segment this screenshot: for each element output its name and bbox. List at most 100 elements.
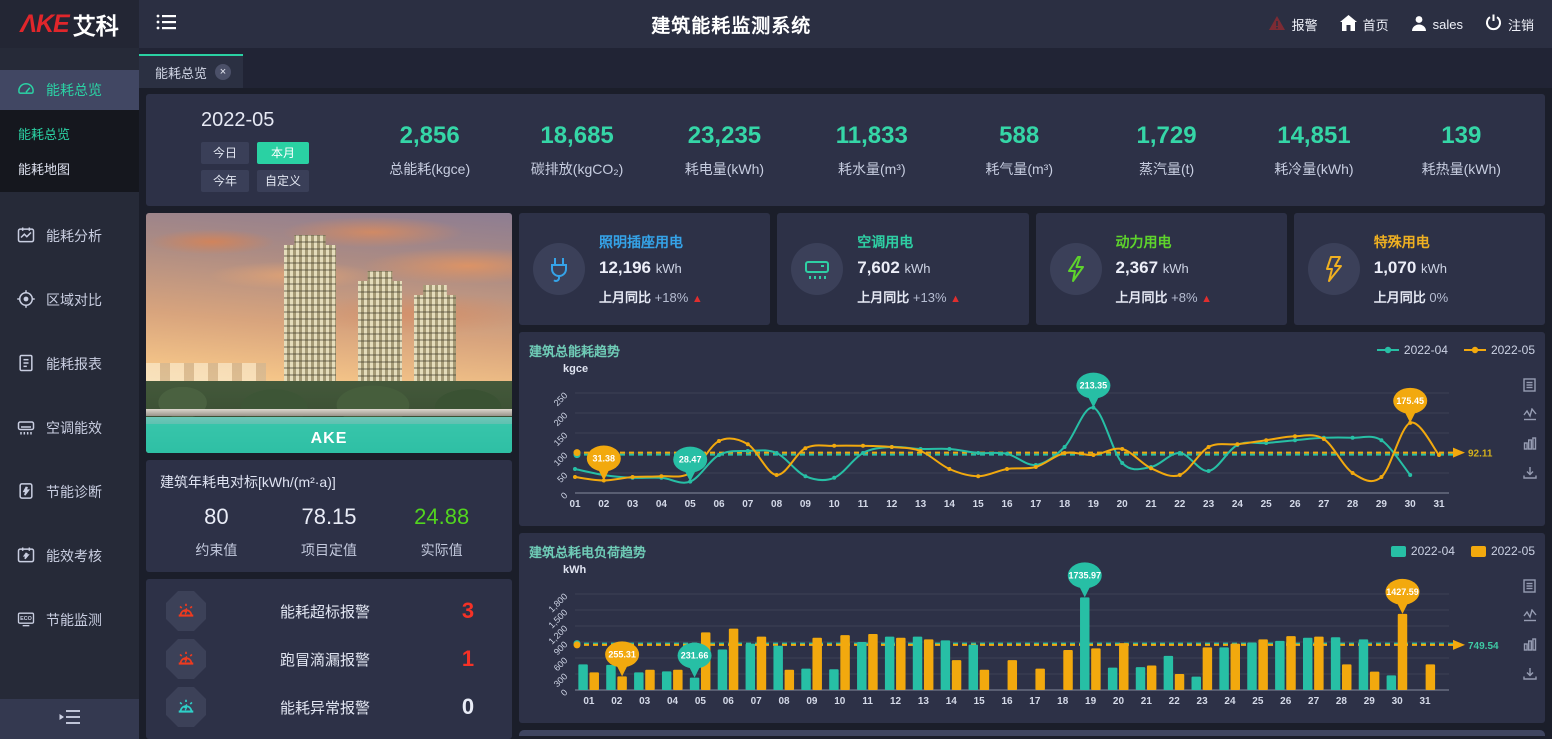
data-view-icon[interactable]: [1523, 579, 1537, 598]
line-chart-icon[interactable]: [1523, 408, 1537, 426]
svg-text:1427.59: 1427.59: [1386, 587, 1419, 597]
svg-text:0: 0: [559, 490, 570, 501]
card-lighting-socket[interactable]: 照明插座用电 12,196 kWh 上月同比 +18% ▲: [519, 213, 770, 325]
svg-text:92.11: 92.11: [1468, 449, 1493, 460]
legend-2022-04[interactable]: 2022-04: [1377, 343, 1448, 357]
benchmark-label: 项目定值: [273, 540, 386, 560]
up-arrow-icon: ▲: [950, 293, 961, 305]
sidebar-collapse-button[interactable]: [0, 699, 139, 739]
bolt-icon: [1050, 243, 1102, 295]
card-special[interactable]: 特殊用电 1,070 kWh 上月同比 0%: [1294, 213, 1545, 325]
download-icon[interactable]: [1523, 466, 1537, 484]
svg-text:30: 30: [1405, 499, 1417, 510]
usage-cards-row: 照明插座用电 12,196 kWh 上月同比 +18% ▲: [519, 213, 1545, 325]
sidebar-item-hvac-efficiency[interactable]: 空调能效: [0, 408, 139, 448]
legend-2022-04[interactable]: 2022-04: [1391, 544, 1455, 558]
y-axis-unit: kWh: [563, 564, 1535, 576]
tab-close-icon[interactable]: ×: [215, 64, 231, 80]
nav-home[interactable]: 首页: [1340, 15, 1389, 34]
sidebar-item-energy-report[interactable]: 能耗报表: [0, 344, 139, 384]
card-hvac[interactable]: 空调用电 7,602 kWh 上月同比 +13% ▲: [777, 213, 1028, 325]
bar-chart[interactable]: 03006009001,2001,5001,800010203040506070…: [529, 576, 1497, 710]
building-photo: AKE: [146, 213, 512, 453]
sidebar-item-energy-saving-diagnosis[interactable]: 节能诊断: [0, 472, 139, 512]
compare-value: +8%: [1171, 290, 1197, 305]
svg-text:300: 300: [552, 671, 570, 689]
stat-electricity: 23,235 耗电量(kWh): [651, 122, 798, 179]
legend-2022-05[interactable]: 2022-05: [1464, 343, 1535, 357]
legend-2022-05[interactable]: 2022-05: [1471, 544, 1535, 558]
svg-text:213.35: 213.35: [1080, 381, 1108, 391]
svg-text:12: 12: [890, 696, 902, 707]
svg-text:11: 11: [862, 696, 873, 707]
sidebar-item-region-compare[interactable]: 区域对比: [0, 280, 139, 320]
sidebar-item-energy-overview[interactable]: 能耗总览: [0, 70, 139, 110]
svg-text:24: 24: [1224, 696, 1236, 707]
range-button-custom[interactable]: 自定义: [257, 170, 309, 192]
sidebar-item-label: 能耗报表: [46, 354, 102, 374]
line-chart[interactable]: 0501001502002500102030405060708091011121…: [529, 375, 1497, 513]
sidebar-item-label: 能效考核: [46, 546, 102, 566]
compare-value: 0%: [1429, 290, 1448, 305]
line-chart-icon[interactable]: [1523, 609, 1537, 627]
data-view-icon[interactable]: [1523, 378, 1537, 397]
target-icon: [16, 289, 36, 312]
y-axis-unit: kgce: [563, 363, 1535, 375]
range-button-year[interactable]: 今年: [201, 170, 249, 192]
sidebar-toggle-button[interactable]: [139, 0, 195, 48]
sidebar-item-efficiency-assessment[interactable]: 能效考核: [0, 536, 139, 576]
stat-label: 蒸汽量(t): [1093, 159, 1240, 179]
nav-home-label: 首页: [1363, 15, 1389, 34]
gauge-icon: [16, 79, 36, 102]
plug-icon: [533, 243, 585, 295]
submenu-item-energy-overview[interactable]: 能耗总览: [0, 116, 139, 151]
benchmark-label: 约束值: [160, 540, 273, 560]
svg-text:07: 07: [742, 499, 754, 510]
stat-value: 11,833: [798, 122, 945, 150]
stat-value: 588: [946, 122, 1093, 150]
stat-label: 耗水量(m³): [798, 159, 945, 179]
bar-chart-icon[interactable]: [1523, 638, 1537, 656]
card-value: 2,367: [1116, 258, 1159, 277]
card-unit: kWh: [1421, 261, 1447, 276]
svg-text:06: 06: [723, 696, 735, 707]
svg-text:600: 600: [552, 655, 570, 673]
stat-label: 耗热量(kWh): [1388, 159, 1535, 179]
svg-text:22: 22: [1169, 696, 1181, 707]
svg-text:16: 16: [1001, 696, 1013, 707]
card-power[interactable]: 动力用电 2,367 kWh 上月同比 +8% ▲: [1036, 213, 1287, 325]
alarm-label: 能耗超标报警: [206, 601, 444, 622]
bar-chart-icon[interactable]: [1523, 437, 1537, 455]
card-title: 动力用电: [1116, 232, 1277, 252]
svg-text:09: 09: [806, 696, 818, 707]
svg-text:02: 02: [611, 696, 623, 707]
alarm-row-abnormal[interactable]: 能耗异常报警 0: [166, 687, 492, 727]
svg-text:05: 05: [685, 499, 697, 510]
nav-user[interactable]: sales: [1411, 15, 1463, 34]
power-icon: [1485, 14, 1502, 34]
sidebar-item-energy-analysis[interactable]: 能耗分析: [0, 216, 139, 256]
download-icon[interactable]: [1523, 667, 1537, 685]
svg-text:20: 20: [1117, 499, 1129, 510]
range-button-month[interactable]: 本月: [257, 142, 309, 164]
alarm-row-leak[interactable]: 跑冒滴漏报警 1: [166, 639, 492, 679]
alarm-row-overlimit[interactable]: 能耗超标报警 3: [166, 591, 492, 631]
chart-title: 建筑总耗电负荷趋势: [529, 542, 646, 561]
range-button-today[interactable]: 今日: [201, 142, 249, 164]
stat-water: 11,833 耗水量(m³): [798, 122, 945, 179]
siren-icon: [166, 687, 206, 727]
card-title: 照明插座用电: [599, 232, 760, 252]
calendar-chart-icon: [16, 225, 36, 248]
nav-alarm[interactable]: 报警: [1268, 15, 1318, 34]
submenu-item-energy-map[interactable]: 能耗地图: [0, 151, 139, 186]
nav-logout[interactable]: 注销: [1485, 14, 1534, 34]
svg-text:21: 21: [1141, 696, 1153, 707]
svg-text:07: 07: [751, 696, 763, 707]
report-icon: [16, 353, 36, 376]
chart-legend: 2022-04 2022-05: [1391, 544, 1535, 558]
sidebar-item-energy-saving-monitor[interactable]: ECO 节能监测: [0, 600, 139, 640]
svg-text:231.66: 231.66: [681, 651, 709, 661]
tab-energy-overview[interactable]: 能耗总览 ×: [139, 54, 243, 88]
up-arrow-icon: ▲: [1201, 293, 1212, 305]
nav-alarm-label: 报警: [1292, 15, 1318, 34]
